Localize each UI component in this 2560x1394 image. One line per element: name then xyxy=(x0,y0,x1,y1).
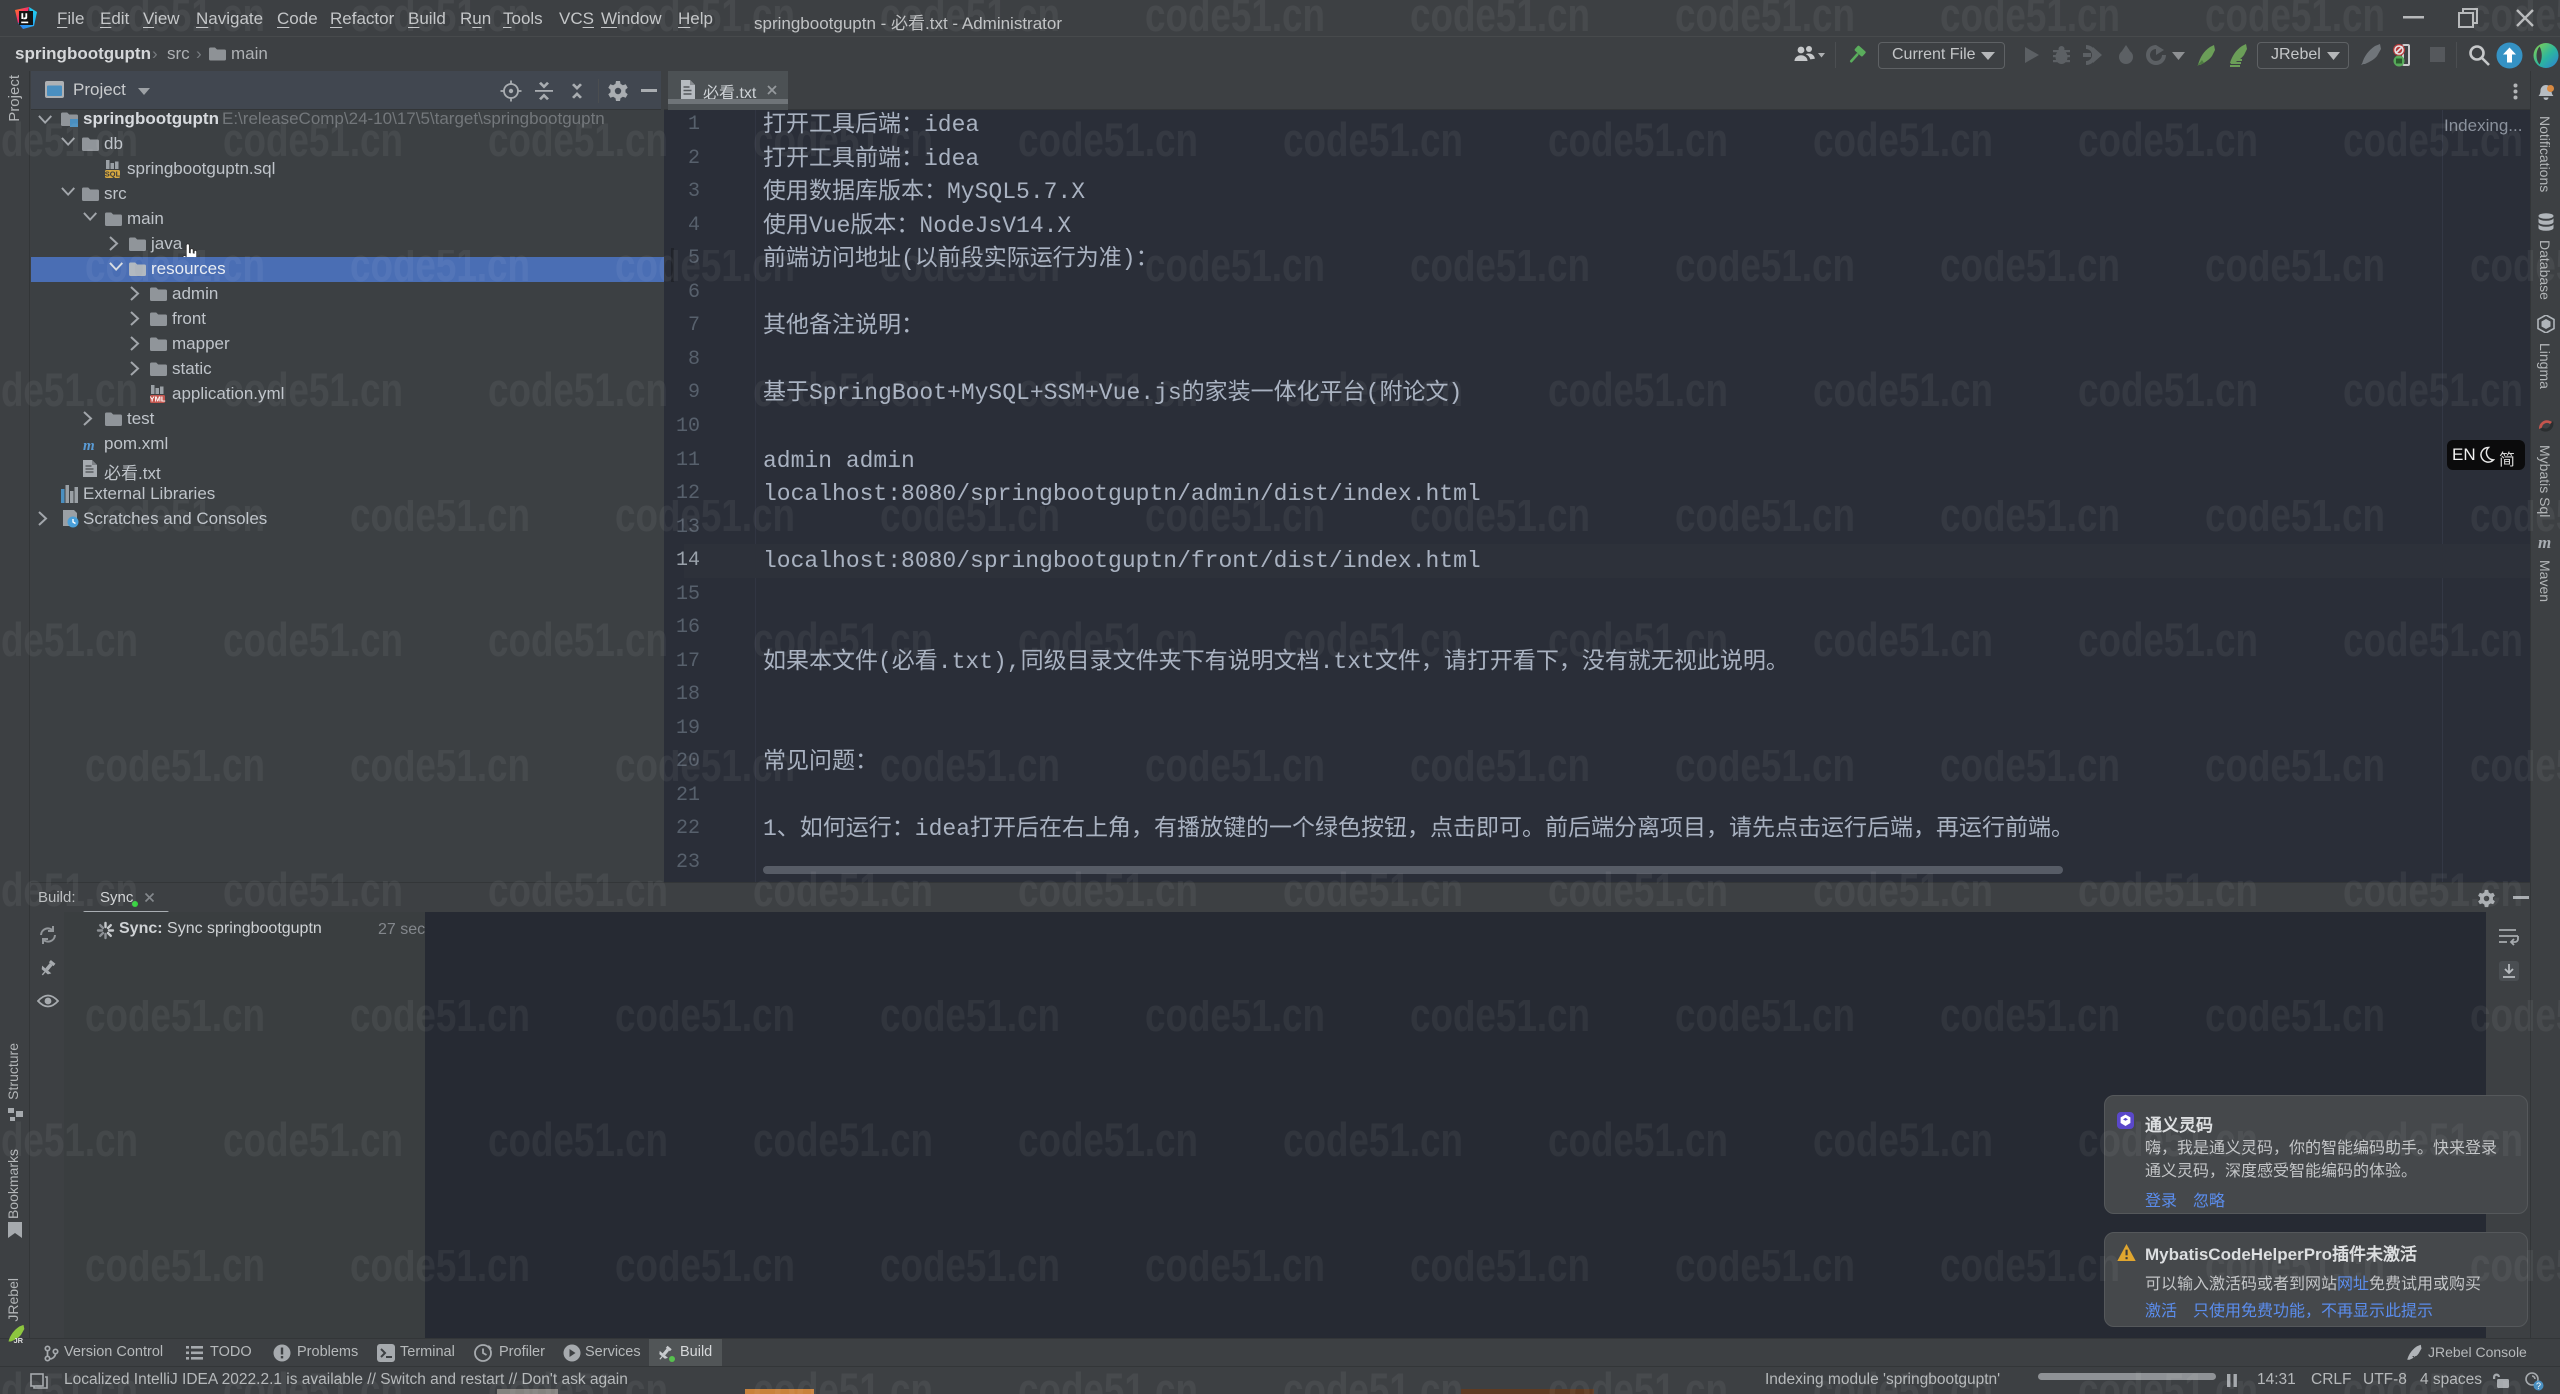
svg-text:m: m xyxy=(83,438,95,453)
svg-text:JR: JR xyxy=(2411,1356,2420,1363)
svg-text:SQL: SQL xyxy=(105,170,121,178)
svg-text:?: ? xyxy=(2536,1381,2541,1391)
svg-text:JR: JR xyxy=(14,1336,24,1344)
svg-text:YML: YML xyxy=(150,395,166,403)
svg-text:m: m xyxy=(2538,533,2551,551)
